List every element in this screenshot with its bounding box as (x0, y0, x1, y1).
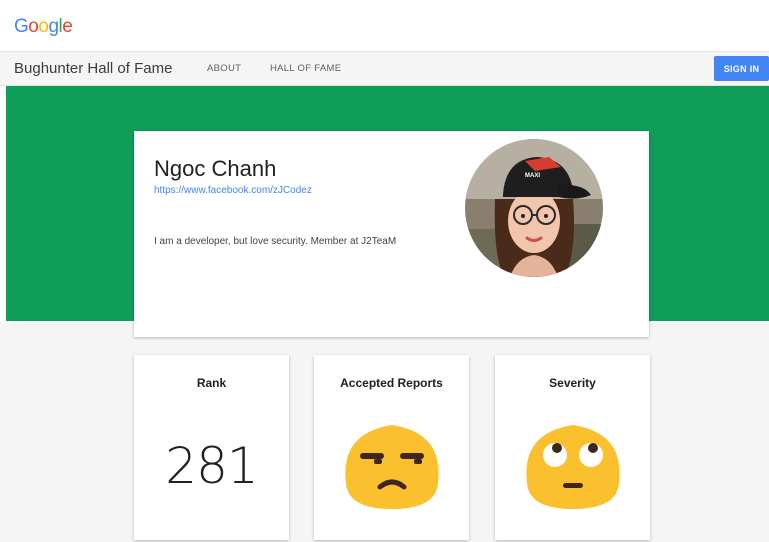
severity-card: Severity (495, 355, 650, 540)
google-logo[interactable]: Google (14, 16, 73, 38)
accepted-reports-card: Accepted Reports (314, 355, 469, 540)
nav-hall-of-fame-link[interactable]: HALL OF FAME (270, 63, 341, 74)
rank-title: Rank (196, 376, 227, 390)
logo-letter: G (14, 16, 29, 37)
rank-value: 281 (165, 437, 258, 495)
severity-title: Severity (549, 376, 596, 390)
app-header: Bughunter Hall of Fame ABOUT HALL OF FAM… (0, 52, 769, 86)
profile-link[interactable]: https://www.facebook.com/zJCodez (154, 185, 312, 196)
profile-bio: I am a developer, but love security. Mem… (154, 236, 397, 247)
avatar-image: MAXI (465, 139, 603, 277)
accepted-reports-title: Accepted Reports (340, 376, 443, 390)
profile-card: Ngoc Chanh https://www.facebook.com/zJCo… (134, 131, 649, 337)
nav-about-link[interactable]: ABOUT (207, 63, 241, 74)
logo-letter: o (28, 16, 39, 37)
avatar: MAXI (465, 139, 603, 277)
logo-letter: o (38, 16, 49, 37)
app-title[interactable]: Bughunter Hall of Fame (14, 60, 172, 77)
eye-roll-face-icon (526, 425, 620, 509)
rank-card: Rank 281 (134, 355, 289, 540)
google-bar: Google (0, 0, 769, 52)
profile-name: Ngoc Chanh (154, 156, 277, 181)
unamused-face-icon (345, 425, 439, 509)
logo-letter: e (62, 16, 73, 37)
logo-letter: g (48, 16, 59, 37)
cap-logo-text: MAXI (525, 173, 540, 179)
sign-in-button[interactable]: SIGN IN (714, 56, 769, 81)
